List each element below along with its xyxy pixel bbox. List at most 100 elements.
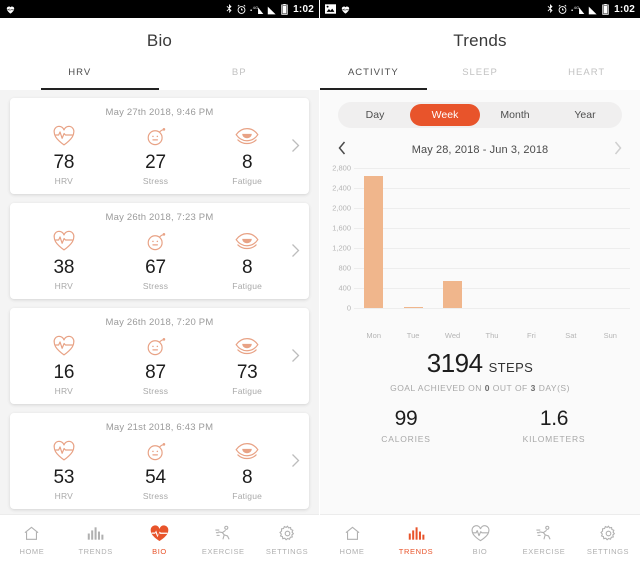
nav-item-trends[interactable]: TRENDS	[384, 524, 448, 556]
nav-item-settings[interactable]: SETTINGS	[255, 524, 319, 556]
segment-week[interactable]: Week	[410, 104, 480, 126]
chevron-right-icon[interactable]	[291, 453, 300, 473]
metric-fatigue: 8 Fatigue	[201, 123, 293, 186]
nav-item-bio[interactable]: BIO	[448, 524, 512, 556]
bar-column-thu[interactable]	[472, 168, 511, 308]
metric-fatigue: 73 Fatigue	[201, 333, 293, 396]
bio-reading-card[interactable]: May 27th 2018, 9:46 PM 78 HRV 27 Stress …	[10, 98, 309, 194]
trends-screen: 4G 1:02 Trends ACTIVITY SLEEP HEART Day …	[320, 0, 640, 564]
bar-series-steps	[354, 168, 630, 308]
metric-value: 16	[53, 362, 75, 383]
y-tick-label: 1,200	[332, 243, 351, 253]
heart-app-icon	[340, 4, 351, 15]
bar-column-sat[interactable]	[551, 168, 590, 308]
tab-hrv[interactable]: HRV	[0, 63, 160, 90]
bomb-face-icon	[110, 228, 202, 254]
nav-item-exercise[interactable]: EXERCISE	[512, 524, 576, 556]
bar-column-fri[interactable]	[512, 168, 551, 308]
nav-item-home[interactable]: HOME	[0, 524, 64, 556]
chevron-right-icon[interactable]	[291, 243, 300, 263]
running-icon	[512, 524, 576, 544]
chevron-right-icon[interactable]	[291, 138, 300, 158]
date-range-navigator: May 28, 2018 - Jun 3, 2018	[320, 128, 640, 158]
battery-icon	[281, 3, 288, 15]
tired-eye-icon	[201, 438, 293, 464]
status-bar-notification-icons	[325, 4, 351, 15]
metric-value: 78	[53, 152, 75, 173]
y-tick-label: 800	[338, 263, 351, 273]
segment-year[interactable]: Year	[550, 104, 620, 126]
bio-reading-card[interactable]: May 26th 2018, 7:20 PM 16 HRV 87 Stress …	[10, 308, 309, 404]
nav-item-exercise[interactable]: EXERCISE	[191, 524, 255, 556]
metric-hrv: 16 HRV	[18, 333, 110, 396]
page-title: Bio	[146, 31, 173, 50]
heart-pulse-icon	[448, 524, 512, 544]
segment-month[interactable]: Month	[480, 104, 550, 126]
card-timestamp: May 26th 2018, 7:23 PM	[105, 212, 214, 223]
bio-reading-card[interactable]: May 21st 2018, 6:43 PM 53 HRV 54 Stress …	[10, 413, 309, 509]
heart-app-icon	[5, 4, 16, 15]
metric-label: Stress	[142, 386, 169, 396]
segment-day[interactable]: Day	[340, 104, 410, 126]
tab-heart[interactable]: HEART	[533, 63, 640, 90]
goal-achievement-text: GOAL ACHIEVED ON 0 OUT OF 3 DAY(S)	[332, 383, 628, 393]
metric-label: Stress	[142, 281, 169, 291]
gear-icon	[576, 524, 640, 544]
bio-tabs: HRV BP	[0, 63, 319, 90]
bio-reading-card[interactable]: May 26th 2018, 7:23 PM 38 HRV 67 Stress …	[10, 203, 309, 299]
metric-stress: 54 Stress	[110, 438, 202, 501]
metric-fatigue: 8 Fatigue	[201, 438, 293, 501]
bar-column-tue[interactable]	[393, 168, 432, 308]
bottom-navigation-left: HOME TRENDS BIO EXERCISE SETTINGS	[0, 514, 319, 564]
bar-column-sun[interactable]	[591, 168, 630, 308]
heart-pulse-icon	[128, 524, 192, 544]
metric-label: Fatigue	[232, 386, 263, 396]
nav-item-home[interactable]: HOME	[320, 524, 384, 556]
tired-eye-icon	[201, 333, 293, 359]
chevron-right-icon[interactable]	[291, 348, 300, 368]
metric-value: 8	[241, 152, 253, 173]
nav-label: BIO	[152, 546, 167, 556]
nav-item-settings[interactable]: SETTINGS	[576, 524, 640, 556]
metric-value: 53	[53, 467, 75, 488]
tab-activity[interactable]: ACTIVITY	[320, 63, 427, 90]
heart-pulse-icon	[18, 123, 110, 149]
bottom-navigation-right: HOME TRENDS BIO EXERCISE SETTINGS	[320, 514, 640, 564]
nav-item-trends[interactable]: TRENDS	[64, 524, 128, 556]
chevron-right-icon[interactable]	[614, 141, 622, 158]
bar-column-wed[interactable]	[433, 168, 472, 308]
bio-card-list[interactable]: May 27th 2018, 9:46 PM 78 HRV 27 Stress …	[0, 90, 319, 514]
card-timestamp: May 21st 2018, 6:43 PM	[105, 422, 214, 433]
chart-x-axis: Mon Tue Wed Thu Fri Sat Sun	[354, 331, 630, 340]
alarm-icon	[236, 4, 247, 15]
metric-label: Fatigue	[232, 491, 263, 501]
status-bar-notification-icons	[5, 4, 16, 15]
bar-column-mon[interactable]	[354, 168, 393, 308]
status-bar-system-icons: 4G 1:02	[225, 3, 314, 15]
tab-sleep[interactable]: SLEEP	[427, 63, 534, 90]
range-segmented-control-wrap: Day Week Month Year	[320, 90, 640, 128]
x-tick-label: Wed	[444, 331, 461, 340]
card-timestamp: May 26th 2018, 7:20 PM	[105, 317, 214, 328]
nav-item-bio[interactable]: BIO	[128, 524, 192, 556]
bio-screen: 4G 1:02 Bio HRV BP May 27th 2018, 9:46 P…	[0, 0, 320, 564]
alarm-icon	[557, 4, 568, 15]
metric-label: HRV	[54, 491, 74, 501]
metric-label: HRV	[54, 176, 74, 186]
nav-label: SETTINGS	[586, 546, 630, 556]
nav-label: SETTINGS	[265, 546, 309, 556]
metric-value: 54	[145, 467, 166, 488]
stat-value: 1.6	[539, 407, 569, 430]
chevron-left-icon[interactable]	[338, 141, 346, 158]
chart-y-axis: 2,800 2,400 2,000 1,600 1,200 800 400 0	[324, 164, 354, 313]
status-bar-system-icons: 4G 1:02	[546, 3, 635, 15]
bar	[443, 281, 463, 308]
bar	[403, 307, 423, 308]
metric-value: 27	[145, 152, 166, 173]
tab-bp[interactable]: BP	[160, 63, 320, 90]
page-title: Trends	[453, 31, 507, 50]
tired-eye-icon	[201, 228, 293, 254]
bluetooth-icon	[546, 3, 554, 15]
metric-label: Fatigue	[232, 281, 263, 291]
battery-icon	[602, 3, 609, 15]
